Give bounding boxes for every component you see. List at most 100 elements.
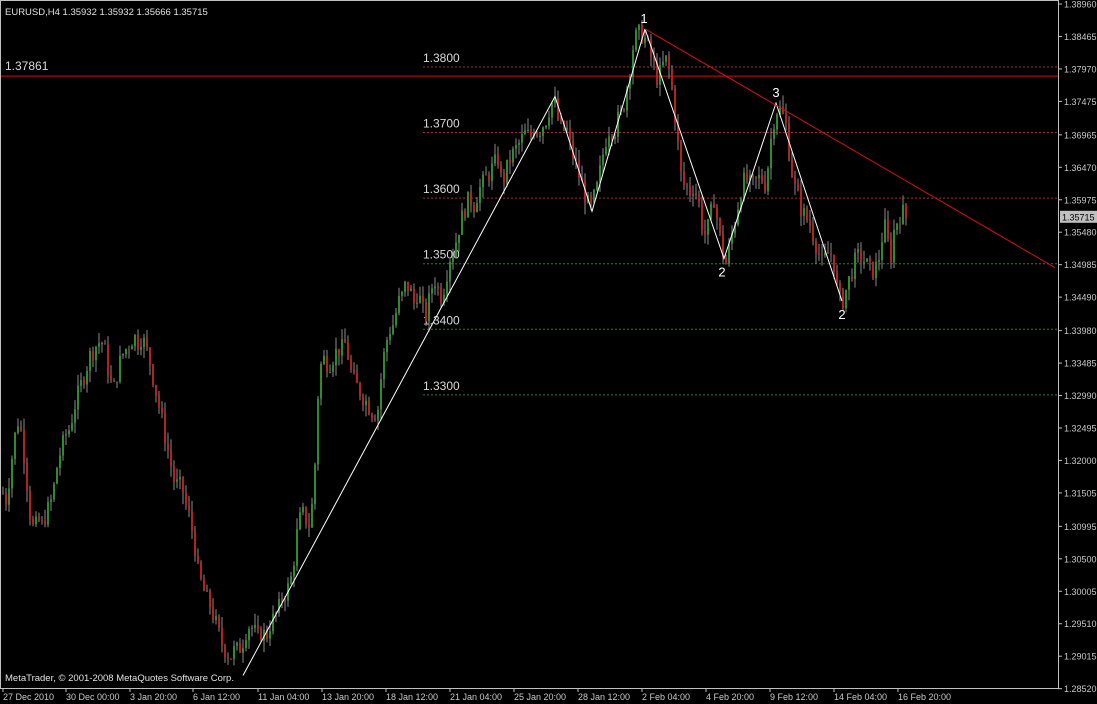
candle-body [401,291,403,296]
level-label: 1.3800 [423,51,460,65]
candle-body [404,281,406,292]
candle-body [818,253,820,255]
y-tick-label: 1.36965 [1064,130,1097,140]
candle-body [500,165,502,173]
candle-body [902,204,904,225]
y-tick-label: 1.30005 [1064,587,1097,597]
current-price-label: 1.35715 [1062,212,1095,222]
candle-body [260,628,262,641]
candle-body [155,385,157,396]
candle-body [143,337,145,348]
candle-body [437,286,439,289]
candle-body [92,350,94,361]
x-tick-label: 11 Jan 04:00 [258,692,309,702]
candle-body [200,562,202,579]
level-label: 1.3700 [423,117,460,131]
x-tick-label: 30 Dec 00:00 [66,692,120,702]
candle-body [383,352,385,380]
candle-body [848,276,850,290]
candle-body [419,295,421,303]
y-tick-label: 1.37475 [1064,97,1097,107]
candle-body [446,281,448,295]
candle-body [806,208,808,221]
candle-body [410,288,412,291]
y-tick-label: 1.32000 [1064,456,1097,466]
candle-body [518,142,520,145]
candle-body [569,128,571,140]
candle-body [701,202,703,231]
candle-body [794,176,796,184]
candle-body [317,398,319,465]
candle-body [356,372,358,384]
candle-body [206,590,208,592]
candle-body [179,477,181,480]
candle-body [809,220,811,226]
candle-body [695,193,697,195]
candle-body [107,344,109,376]
candle-body [242,648,244,653]
candle-body [764,181,766,192]
candle-body [896,223,898,230]
candle-body [845,289,847,309]
x-tick-label: 14 Feb 04:00 [834,692,887,702]
candle-body [227,657,229,659]
candle-body [53,483,55,500]
candle-body [602,154,604,166]
candle-body [416,302,418,304]
candle-body [422,295,424,303]
x-tick-label: 16 Feb 20:00 [898,692,951,702]
candle-body [869,258,871,262]
candle-body [347,342,349,360]
candle-body [434,286,436,289]
candle-body [245,640,247,649]
candle-body [551,102,553,118]
y-tick-label: 1.29510 [1064,619,1097,629]
candle-body [35,516,37,525]
candle-body [797,183,799,191]
price-chart[interactable]: 1.38001.37001.36001.35001.34001.33001.37… [0,0,1097,704]
candle-body [596,182,598,190]
candle-body [2,493,4,495]
candle-body [98,343,100,347]
candle-body [296,529,298,566]
candle-body [302,506,304,513]
candle-body [284,600,286,602]
x-tick-label: 4 Feb 20:00 [706,692,754,702]
candle-body [8,488,10,505]
candle-body [692,194,694,196]
candle-body [872,261,874,279]
candle-body [473,205,475,213]
candle-body [332,365,334,372]
candle-body [11,458,13,489]
candle-body [89,350,91,371]
candle-body [854,252,856,280]
candle-body [335,348,337,366]
candle-body [542,127,544,136]
candle-body [59,455,61,468]
candle-body [239,642,241,653]
candle-body [890,239,892,263]
y-tick-label: 1.28520 [1064,684,1097,694]
candle-body [521,134,523,143]
candle-body [752,175,754,177]
candle-body [110,375,112,381]
x-tick-label: 6 Jan 12:00 [193,692,240,702]
y-tick-label: 1.30995 [1064,522,1097,532]
y-tick-label: 1.32990 [1064,391,1097,401]
candle-body [857,249,859,253]
candle-body [251,627,253,630]
level-label: 1.3300 [423,379,460,393]
candle-body [50,499,52,503]
candle-body [353,369,355,373]
candle-body [152,364,154,386]
candle-body [863,261,865,263]
chart-window[interactable]: 1.3800 1.3700 1.3600 1.3500 1.3400 1.3300 1.37… [0,0,1097,704]
candle-body [41,520,43,522]
candle-body [119,355,121,382]
candle-body [194,530,196,557]
x-tick-label: 25 Jan 20:00 [514,692,566,702]
candle-body [140,347,142,351]
candle-body [506,159,508,184]
candle-body [887,219,889,240]
candle-body [134,335,136,347]
